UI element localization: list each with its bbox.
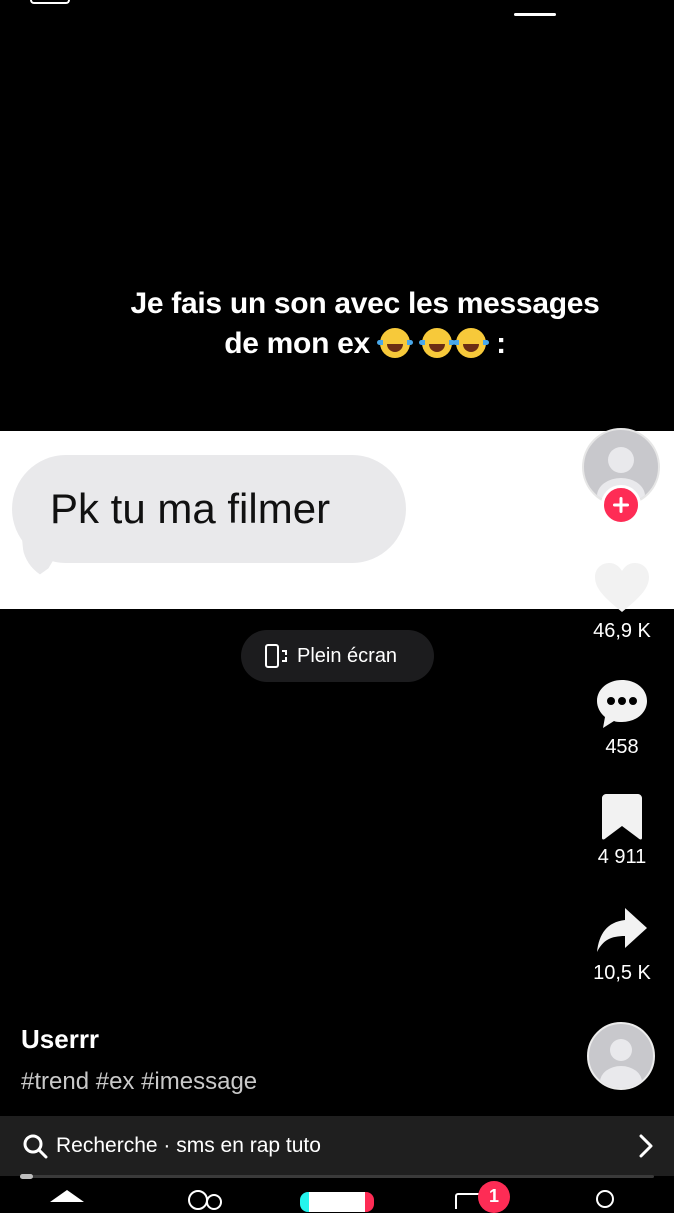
laughing-emoji-icon — [419, 328, 456, 358]
fullscreen-label: Plein écran — [297, 644, 398, 667]
comment-count: 458 — [605, 736, 639, 758]
search-icon — [23, 1134, 48, 1159]
message-bubble: Pk tu ma filmer — [12, 455, 406, 563]
share-button[interactable]: 10,5 K — [582, 906, 662, 985]
top-indicator-bar — [514, 13, 556, 16]
share-arrow-icon — [597, 908, 647, 952]
friends-icon-secondary — [206, 1194, 222, 1210]
bookmark-icon — [602, 794, 642, 840]
home-icon[interactable] — [50, 1190, 84, 1202]
search-label: Recherche · sms en rap tuto — [56, 1134, 321, 1157]
post-hashtags[interactable]: #trend #ex #imessage — [21, 1068, 257, 1096]
caption-line-2-text: de mon ex — [224, 327, 370, 360]
bookmark-count: 4 911 — [597, 846, 647, 868]
default-avatar-icon — [600, 1039, 642, 1088]
inbox-badge: 1 — [478, 1181, 510, 1213]
caption-line-1: Je fais un son avec les messages — [130, 287, 600, 320]
profile-icon[interactable] — [596, 1190, 614, 1208]
music-disc[interactable] — [587, 1022, 655, 1090]
message-text: Pk tu ma filmer — [50, 485, 331, 532]
comment-bubble-icon — [597, 680, 647, 728]
post-username[interactable]: Userrr — [21, 1024, 99, 1055]
laughing-emoji-icon — [376, 328, 413, 358]
heart-icon — [595, 563, 649, 612]
follow-button[interactable] — [601, 485, 641, 525]
plus-icon — [613, 497, 629, 513]
fullscreen-icon — [265, 644, 287, 668]
video-caption: Je fais un son avec les messages de mon … — [100, 284, 630, 364]
caption-suffix: : — [496, 327, 506, 360]
bookmark-button[interactable]: 4 911 — [582, 794, 662, 869]
video-message-frame[interactable]: Pk tu ma filmer — [0, 431, 674, 609]
comment-button[interactable]: 458 — [582, 678, 662, 759]
chevron-right-icon — [639, 1134, 653, 1158]
caption-line-2: de mon ex : — [100, 324, 630, 364]
video-progress-track[interactable] — [20, 1175, 654, 1178]
create-button[interactable] — [300, 1192, 374, 1212]
friends-icon[interactable] — [188, 1190, 208, 1210]
laughing-emoji-icon — [453, 328, 490, 358]
share-count: 10,5 K — [593, 962, 651, 984]
fullscreen-button[interactable]: Plein écran — [241, 630, 434, 682]
like-count: 46,9 K — [593, 620, 651, 642]
video-progress-fill — [20, 1174, 33, 1179]
related-search-bar[interactable]: Recherche · sms en rap tuto — [0, 1116, 674, 1176]
status-bar-fragment — [30, 0, 70, 4]
like-button[interactable]: 46,9 K — [582, 562, 662, 643]
